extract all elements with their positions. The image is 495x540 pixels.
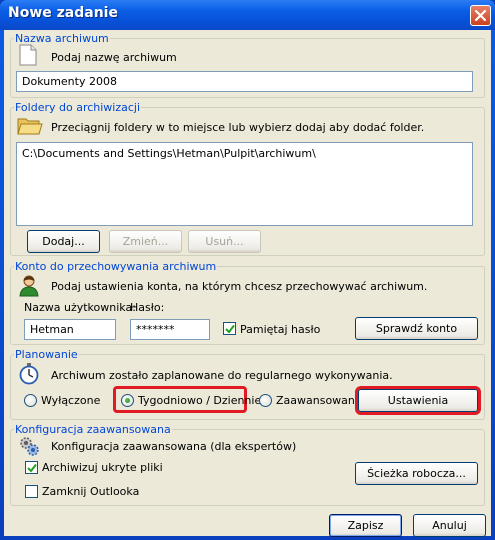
schedule-off-radio[interactable] xyxy=(24,394,37,407)
dialog-window: Nowe zadanie Nazwa archiwum Podaj nazwę … xyxy=(0,0,495,540)
stopwatch-icon xyxy=(19,363,39,385)
remove-folder-label: Usuń... xyxy=(205,235,244,248)
schedule-advanced-label[interactable]: Zaawansowane xyxy=(276,394,362,407)
title-bar[interactable]: Nowe zadanie xyxy=(0,0,495,30)
checkmark-icon xyxy=(225,324,235,334)
folders-legend: Foldery do archiwizacji xyxy=(15,101,141,114)
schedule-weekly-label[interactable]: Tygodniowo / Dziennie xyxy=(138,394,261,407)
close-outlook-checkbox[interactable] xyxy=(25,485,38,498)
password-label: Hasło: xyxy=(130,301,165,314)
folders-hint: Przeciągnij foldery w to miejsce lub wyb… xyxy=(51,121,425,134)
folder-list-item[interactable]: C:\Documents and Settings\Hetman\Pulpit\… xyxy=(17,143,472,164)
close-icon xyxy=(475,10,486,21)
remove-folder-button[interactable]: Usuń... xyxy=(188,230,261,253)
remember-password-checkbox[interactable] xyxy=(223,322,236,335)
folder-list[interactable]: C:\Documents and Settings\Hetman\Pulpit\… xyxy=(16,142,473,226)
archive-hidden-label[interactable]: Archiwizuj ukryte pliki xyxy=(42,461,163,474)
account-legend: Konto do przechowywania archiwum xyxy=(15,260,217,273)
close-button[interactable] xyxy=(470,5,491,26)
password-input[interactable]: ******* xyxy=(130,319,210,340)
add-folder-label: Dodaj... xyxy=(42,235,85,248)
username-input[interactable]: Hetman xyxy=(24,319,116,340)
change-folder-button[interactable]: Zmień... xyxy=(109,230,182,253)
working-path-button[interactable]: Ścieżka robocza... xyxy=(355,462,478,485)
archive-name-hint: Podaj nazwę archiwum xyxy=(51,51,177,64)
window-title: Nowe zadanie xyxy=(8,5,118,21)
archive-hidden-checkbox[interactable] xyxy=(25,461,38,474)
save-label: Zapisz xyxy=(347,519,384,532)
cancel-label: Anuluj xyxy=(432,519,467,532)
cancel-button[interactable]: Anuluj xyxy=(413,514,486,537)
username-label: Nazwa użytkownika: xyxy=(24,301,136,314)
add-folder-button[interactable]: Dodaj... xyxy=(27,230,100,253)
advanced-settings-icon xyxy=(20,437,39,456)
close-outlook-label[interactable]: Zamknij Outlooka xyxy=(42,485,139,498)
change-folder-label: Zmień... xyxy=(122,235,169,248)
check-account-label: Sprawdź konto xyxy=(375,322,458,335)
save-button[interactable]: Zapisz xyxy=(329,514,402,537)
advanced-hint: Konfiguracja zaawansowana (dla ekspertów… xyxy=(51,440,297,453)
schedule-weekly-radio[interactable] xyxy=(121,394,134,407)
account-hint: Podaj ustawienia konta, na którym chcesz… xyxy=(51,280,428,293)
schedule-legend: Planowanie xyxy=(15,348,78,361)
user-icon xyxy=(19,275,39,297)
dialog-body: Nazwa archiwum Podaj nazwę archiwum Doku… xyxy=(4,30,491,537)
schedule-settings-label: Ustawienia xyxy=(387,394,449,407)
folder-icon xyxy=(17,118,43,135)
schedule-hint: Archiwum zostało zaplanowane do regularn… xyxy=(51,369,393,382)
schedule-advanced-radio[interactable] xyxy=(259,394,272,407)
schedule-settings-button[interactable]: Ustawienia xyxy=(358,389,478,412)
checkmark-icon xyxy=(27,463,37,473)
working-path-label: Ścieżka robocza... xyxy=(367,467,466,480)
schedule-off-label[interactable]: Wyłączone xyxy=(41,394,100,407)
document-icon xyxy=(19,44,37,66)
archive-name-input[interactable]: Dokumenty 2008 xyxy=(16,71,473,92)
check-account-button[interactable]: Sprawdź konto xyxy=(355,317,478,340)
remember-password-label[interactable]: Pamiętaj hasło xyxy=(240,323,320,336)
